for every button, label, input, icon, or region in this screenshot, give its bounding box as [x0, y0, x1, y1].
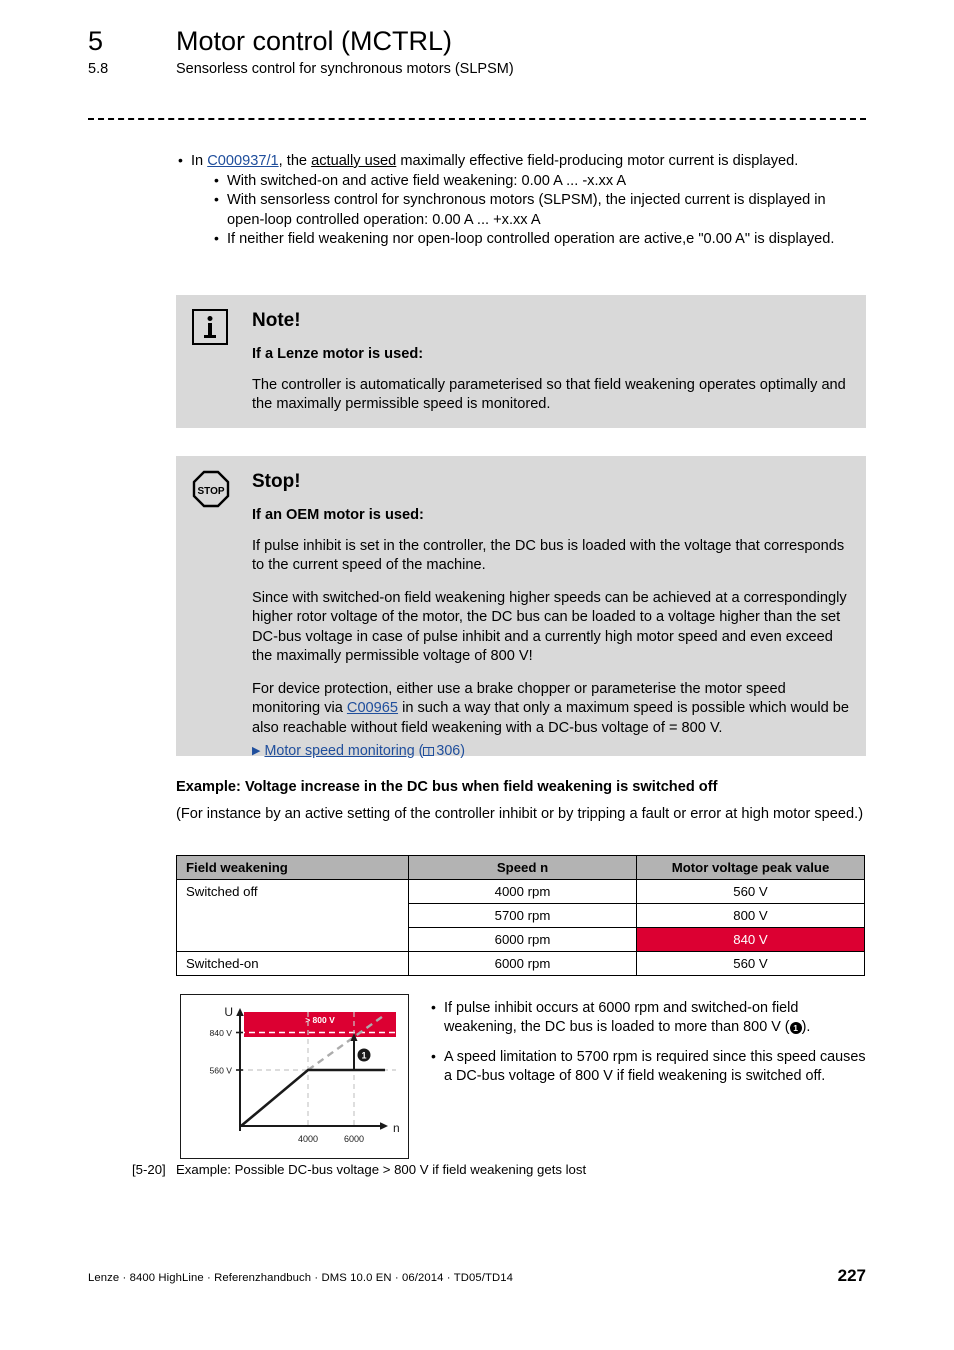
voltage-speed-chart: > 800 V U n 840 V 560 V 4000 6000 1	[180, 994, 409, 1159]
chart-x-ticklabel-4000: 4000	[298, 1134, 318, 1144]
table-row: Switched-on 6000 rpm 560 V	[176, 951, 865, 976]
figure-caption-text: Example: Possible DC-bus voltage > 800 V…	[176, 1162, 587, 1177]
section-number: 5.8	[88, 61, 109, 77]
table-header-field-weakening: Field weakening	[176, 855, 409, 880]
chart-x-axis-arrow	[380, 1122, 388, 1130]
table-row: Switched off 4000 rpm 560 V	[176, 879, 865, 952]
note-callout-box: Note! If a Lenze motor is used: The cont…	[176, 295, 866, 428]
section-title: Sensorless control for synchronous motor…	[176, 61, 514, 77]
list-item: With switched-on and active field weaken…	[212, 171, 866, 192]
stop-title: Stop!	[252, 471, 301, 492]
chart-svg: > 800 V U n 840 V 560 V 4000 6000 1	[210, 1005, 400, 1144]
svg-text:STOP: STOP	[197, 486, 224, 497]
figure-caption: [5-20] Example: Possible DC-bus voltage >…	[132, 1161, 872, 1178]
intro-prefix: In	[191, 153, 208, 169]
xref-page-number: 306	[436, 743, 461, 759]
callout-marker-1-label: 1	[361, 1051, 366, 1061]
triangle-right-icon: ▶	[252, 745, 261, 757]
book-icon	[423, 747, 435, 756]
chart-band-label: > 800 V	[305, 1015, 335, 1025]
cross-reference-motor-speed-monitoring[interactable]: ▶ Motor speed monitoring (306)	[252, 742, 850, 761]
figure-caption-number: [5-20]	[132, 1162, 166, 1177]
table-cell-voltage: 560 V	[636, 879, 865, 904]
xref-label[interactable]: Motor speed monitoring	[264, 743, 414, 759]
note-paragraph: The controller is automatically paramete…	[252, 376, 846, 413]
stop-callout-box: STOP Stop! If an OEM motor is used: If p…	[176, 456, 866, 759]
chart-y-ticklabel-840: 840 V	[210, 1028, 233, 1038]
example-subtext: (For instance by an active setting of th…	[176, 806, 864, 822]
note-bold-line: If a Lenze motor is used:	[252, 346, 424, 362]
table-cell-speed: 6000 rpm	[408, 951, 637, 976]
intro-bullet-list: In C000937/1, the actually used maximall…	[176, 151, 866, 250]
voltage-table: Field weakening Speed n Motor voltage pe…	[176, 855, 865, 976]
footer-page-number: 227	[837, 1266, 866, 1285]
table-cell-speed: 5700 rpm	[408, 903, 637, 928]
chart-y-axis-label: U	[224, 1005, 233, 1019]
example-heading: Example: Voltage increase in the DC bus …	[176, 779, 718, 795]
table-cell-voltage: 800 V	[636, 903, 865, 928]
table-cell-field-weakening: Switched off	[176, 879, 409, 952]
parameter-link-c000937[interactable]: C000937/1	[207, 153, 278, 169]
figure-explanation-list: If pulse inhibit occurs at 6000 rpm and …	[428, 998, 866, 1097]
list-item: In C000937/1, the actually used maximall…	[176, 151, 866, 250]
chart-y-axis-arrow	[236, 1008, 244, 1016]
fig-bullet-1-suffix: ).	[801, 1019, 811, 1036]
chart-x-ticklabel-6000: 6000	[344, 1134, 364, 1144]
intro-emphasis: actually used	[311, 153, 397, 169]
table-header-row: Field weakening Speed n Motor voltage pe…	[176, 855, 865, 880]
fig-bullet-1-text: If pulse inhibit occurs at 6000 rpm and …	[444, 1000, 799, 1036]
stop-bold-line: If an OEM motor is used:	[252, 507, 424, 523]
note-title: Note!	[252, 310, 301, 331]
header-divider	[88, 118, 866, 120]
chart-x-axis-label: n	[393, 1121, 400, 1135]
chart-series-limited	[240, 1068, 385, 1127]
chapter-number: 5	[88, 26, 104, 56]
callout-marker-1-inline: 1	[789, 1022, 802, 1035]
intro-suffix: maximally effective field-producing moto…	[396, 153, 799, 169]
stop-paragraph-3: For device protection, either use a brak…	[252, 680, 850, 739]
list-item: If pulse inhibit occurs at 6000 rpm and …	[428, 998, 866, 1038]
parameter-link-c00965[interactable]: C00965	[347, 700, 398, 716]
note-body: If a Lenze motor is used: The controller…	[252, 345, 850, 415]
stop-body: If an OEM motor is used: If pulse inhibi…	[252, 506, 850, 738]
table-cell-field-weakening: Switched-on	[176, 951, 409, 976]
list-item: A speed limitation to 5700 rpm is requir…	[428, 1047, 866, 1087]
table-cell-speed: 6000 rpm	[408, 927, 637, 952]
table-header-voltage: Motor voltage peak value	[636, 855, 865, 880]
table-cell-speed: 4000 rpm	[408, 879, 637, 904]
info-icon	[192, 309, 230, 347]
chart-y-ticklabel-560: 560 V	[210, 1066, 233, 1076]
list-item: If neither field weakening nor open-loop…	[212, 229, 866, 250]
intro-mid: , the	[278, 153, 312, 169]
stop-octagon-icon: STOP	[192, 470, 230, 508]
stop-paragraph-1: If pulse inhibit is set in the controlle…	[252, 537, 845, 574]
xref-page-group: (306)	[414, 743, 466, 759]
table-cell-voltage-highlighted: 840 V	[636, 927, 865, 952]
table-cell-voltage: 560 V	[636, 951, 865, 976]
table-header-speed: Speed n	[408, 855, 637, 880]
chapter-title: Motor control (MCTRL)	[176, 26, 453, 56]
footer-document-info: Lenze · 8400 HighLine · Referenzhandbuch…	[88, 1272, 513, 1284]
stop-paragraph-2: Since with switched-on field weakening h…	[252, 589, 847, 665]
list-item: With sensorless control for synchronous …	[212, 190, 866, 230]
